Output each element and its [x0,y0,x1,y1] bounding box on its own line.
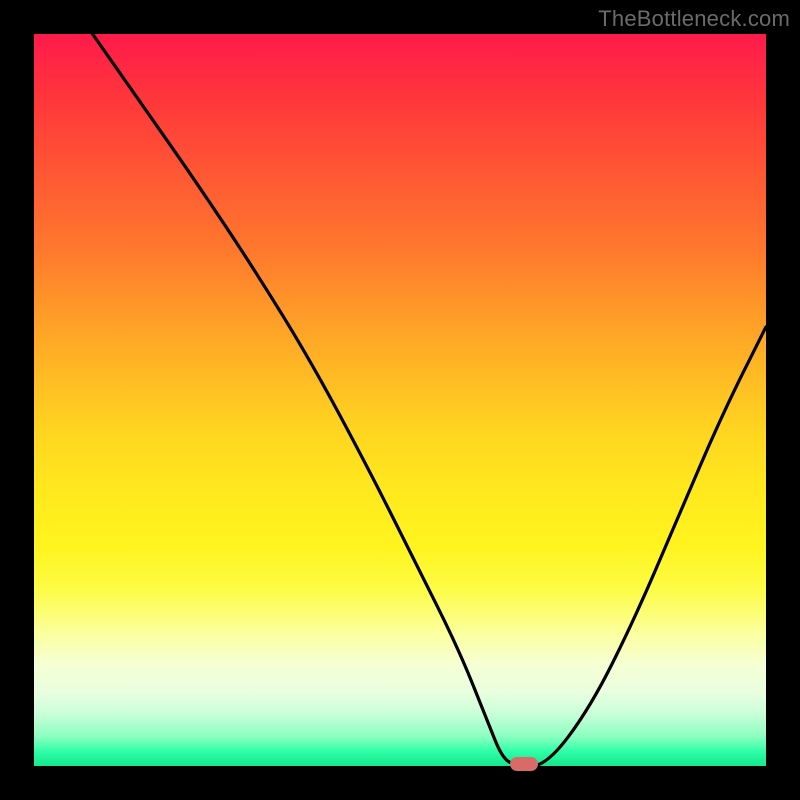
plot-area [34,34,766,766]
watermark-text: TheBottleneck.com [598,6,790,32]
optimal-marker [510,757,538,771]
chart-frame: TheBottleneck.com [0,0,800,800]
bottleneck-curve [34,34,766,766]
